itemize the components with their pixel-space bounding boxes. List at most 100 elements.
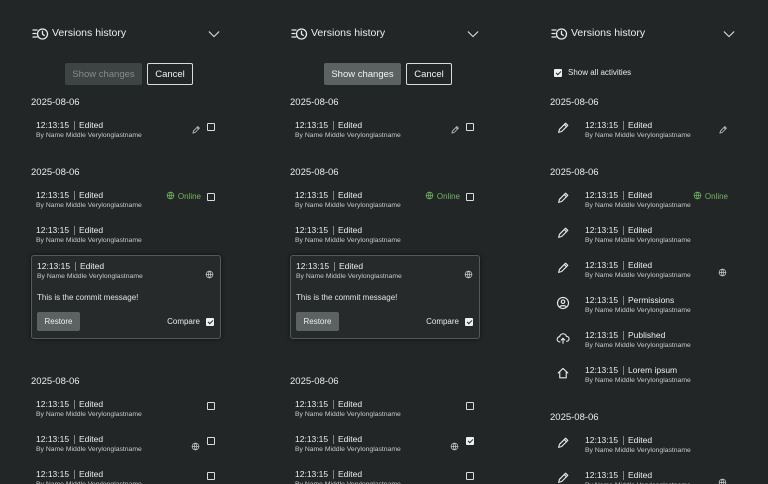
history-icon	[550, 26, 568, 42]
entry-author: By Name Middle Verylonglastname	[585, 202, 691, 209]
entry-separator	[75, 262, 76, 271]
restore-button[interactable]: Restore	[37, 312, 80, 331]
show-changes-button[interactable]: Show changes	[65, 63, 142, 85]
version-entry[interactable]: 12:13:15EditedBy Name Middle Verylonglas…	[290, 225, 480, 255]
restore-button[interactable]: Restore	[296, 312, 339, 331]
entry-action: Permissions	[628, 295, 675, 305]
entry-author: By Name Middle Verylonglastname	[585, 342, 691, 349]
entry-separator	[74, 435, 75, 444]
version-entry[interactable]: 12:13:15EditedBy Name Middle Verylonglas…	[31, 469, 221, 484]
version-entry[interactable]: 12:13:15EditedBy Name Middle Verylonglas…	[550, 120, 736, 150]
version-entry[interactable]: 12:13:15EditedBy Name Middle Verylonglas…	[550, 225, 736, 255]
compare-checkbox[interactable]	[466, 437, 474, 445]
version-entry[interactable]: 12:13:15EditedBy Name Middle Verylonglas…	[31, 190, 221, 220]
version-entry[interactable]: 12:13:15EditedBy Name Middle Verylonglas…	[550, 190, 736, 220]
globe-icon	[718, 474, 727, 484]
panel-header[interactable]: Versions history	[550, 24, 736, 44]
version-card-expanded[interactable]: 12:13:15 Edited By Name Middle Verylonglas…	[31, 255, 221, 339]
version-entry[interactable]: 12:13:15EditedBy Name Middle Verylonglas…	[290, 399, 480, 429]
online-status: Online	[425, 191, 460, 202]
entry-action: Edited	[79, 225, 104, 235]
entry-separator	[623, 226, 624, 235]
globe-icon	[464, 266, 473, 279]
chevron-down-icon[interactable]	[722, 27, 736, 41]
chevron-down-icon[interactable]	[207, 27, 221, 41]
entry-separator	[333, 435, 334, 444]
compare-checkbox[interactable]	[207, 472, 215, 480]
show-changes-button[interactable]: Show changes	[324, 63, 401, 85]
show-all-activities-toggle[interactable]: Show all activities	[554, 68, 631, 77]
panel-header[interactable]: Versions history	[31, 24, 221, 44]
entry-separator	[74, 121, 75, 130]
version-entry[interactable]: 12:13:15EditedBy Name Middle Verylonglas…	[550, 260, 736, 290]
entry-action: Edited	[79, 434, 104, 444]
date-heading: 2025-08-06	[550, 412, 599, 423]
entry-time: 12:13:15	[585, 470, 619, 480]
entry-author: By Name Middle Verylonglastname	[36, 411, 142, 418]
entry-action: Edited	[338, 399, 363, 409]
online-label: Online	[704, 192, 728, 201]
version-entry[interactable]: 12:13:15EditedBy Name Middle Verylonglas…	[290, 120, 480, 150]
entry-author: By Name Middle Verylonglastname	[585, 132, 691, 139]
history-icon	[31, 26, 49, 42]
versions-panel-1: Versions history Show changes Cancel 2025-0…	[31, 0, 221, 484]
show-all-checkbox[interactable]	[554, 68, 562, 77]
home-icon	[556, 366, 570, 380]
entry-author: By Name Middle Verylonglastname	[36, 202, 142, 209]
date-heading: 2025-08-06	[31, 167, 80, 178]
entry-author: By Name Middle Verylonglastname	[585, 377, 691, 384]
cancel-button[interactable]: Cancel	[147, 63, 193, 85]
edit-icon[interactable]	[191, 122, 201, 134]
entry-separator	[623, 191, 624, 200]
version-entry[interactable]: 12:13:15EditedBy Name Middle Verylonglas…	[550, 470, 736, 484]
online-label: Online	[436, 192, 460, 201]
pencil-icon	[556, 261, 570, 275]
compare-checkbox[interactable]	[466, 472, 474, 480]
compare-checkbox[interactable]	[207, 123, 215, 131]
compare-checkbox[interactable]	[207, 193, 215, 201]
version-entry[interactable]: 12:13:15EditedBy Name Middle Verylonglas…	[31, 225, 221, 255]
entry-time: 12:13:15	[36, 469, 70, 479]
globe-icon	[718, 264, 727, 277]
compare-checkbox[interactable]	[465, 317, 473, 326]
compare-checkbox[interactable]	[466, 123, 474, 131]
entry-action: Edited	[628, 260, 653, 270]
version-entry[interactable]: 12:13:15EditedBy Name Middle Verylonglas…	[31, 399, 221, 429]
entry-action: Edited	[80, 261, 105, 271]
version-card-expanded[interactable]: 12:13:15 Edited By Name Middle Verylonglas…	[290, 255, 480, 339]
version-entry[interactable]: 12:13:15 Lorem ipsum By Name Middle Verylo…	[550, 365, 736, 395]
entry-author: By Name Middle Verylonglastname	[295, 132, 401, 139]
date-heading: 2025-08-06	[290, 376, 339, 387]
version-entry[interactable]: 12:13:15EditedBy Name Middle Verylonglas…	[31, 434, 221, 464]
entry-author: By Name Middle Verylonglastname	[37, 273, 143, 280]
compare-toggle[interactable]: Compare	[426, 317, 473, 326]
compare-checkbox[interactable]	[206, 317, 214, 326]
globe-icon	[693, 191, 702, 202]
version-entry[interactable]: 12:13:15EditedBy Name Middle Verylonglas…	[290, 190, 480, 220]
entry-separator	[333, 470, 334, 479]
entry-separator	[74, 191, 75, 200]
entry-action: Edited	[79, 399, 104, 409]
panel-header[interactable]: Versions history	[290, 24, 480, 44]
date-heading: 2025-08-06	[31, 97, 80, 108]
globe-icon	[166, 191, 175, 202]
version-entry[interactable]: 12:13:15 Permissions By Name Middle Verylo…	[550, 295, 736, 325]
version-entry[interactable]: 12:13:15EditedBy Name Middle Verylonglas…	[290, 434, 480, 464]
panel-title: Versions history	[52, 27, 127, 39]
edit-icon[interactable]	[450, 122, 460, 134]
entry-time: 12:13:15	[585, 330, 619, 340]
compare-toggle[interactable]: Compare	[167, 317, 214, 326]
version-entry[interactable]: 12:13:15 Published By Name Middle Verylong…	[550, 330, 736, 360]
version-entry[interactable]: 12:13:15EditedBy Name Middle Verylonglas…	[290, 469, 480, 484]
edit-icon[interactable]	[718, 122, 728, 134]
cancel-button[interactable]: Cancel	[406, 63, 452, 85]
panel-title: Versions history	[311, 27, 386, 39]
compare-checkbox[interactable]	[207, 437, 215, 445]
version-entry[interactable]: 12:13:15EditedBy Name Middle Verylonglas…	[550, 435, 736, 465]
chevron-down-icon[interactable]	[466, 27, 480, 41]
compare-checkbox[interactable]	[466, 402, 474, 410]
compare-checkbox[interactable]	[466, 193, 474, 201]
versions-panel-3: Versions history Show all activities 2025-…	[550, 0, 736, 484]
compare-checkbox[interactable]	[207, 402, 215, 410]
version-entry[interactable]: 12:13:15EditedBy Name Middle Verylonglas…	[31, 120, 221, 150]
